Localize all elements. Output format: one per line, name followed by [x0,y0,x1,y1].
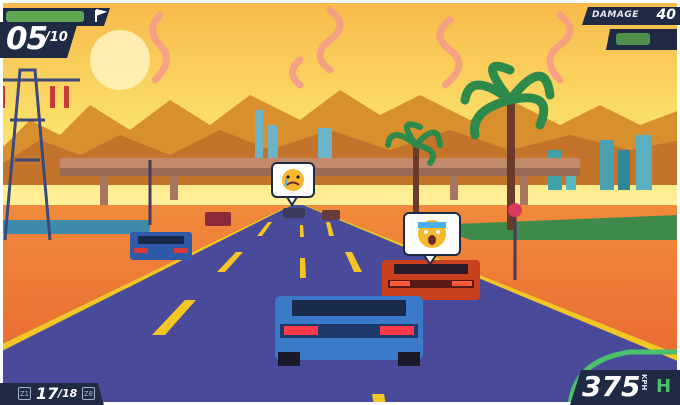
lap-badge-right: Z8 [82,387,95,400]
damage-label: DAMAGE [592,10,639,20]
damage-panel: DAMAGE 40 [582,7,680,25]
overpass-deck [60,158,580,168]
red-sign [508,203,522,217]
race-position-panel: 05 /10 [0,22,78,58]
speed-unit: KPH [640,374,648,391]
damage-meter-fill [616,33,650,45]
boost-bar-fill [6,11,84,22]
game-screen: 05 /10 DAMAGE 40 Z1 17 /18 Z8 375 KPH H [0,0,680,405]
speed-value: 375 [582,370,641,403]
race-position-total: /10 [45,30,68,45]
gear-indicator: H [656,376,672,397]
damage-meter [606,29,680,50]
race-position-current: 05 [6,21,48,57]
lap-current: 17 [36,384,59,403]
race-scene [0,0,680,405]
rival-car-blue [130,232,192,260]
speedometer-panel: 375 KPH H [570,370,680,405]
damage-value: 40 [656,7,676,23]
sun [90,30,150,90]
rival-car-orange [382,260,480,300]
lap-badge-left: Z1 [18,387,31,400]
lap-counter-panel: Z1 17 /18 Z8 [0,383,104,405]
player-car [275,296,423,366]
water-left [0,220,150,234]
lap-total: /18 [58,387,78,400]
overpass-shadow [60,168,580,176]
